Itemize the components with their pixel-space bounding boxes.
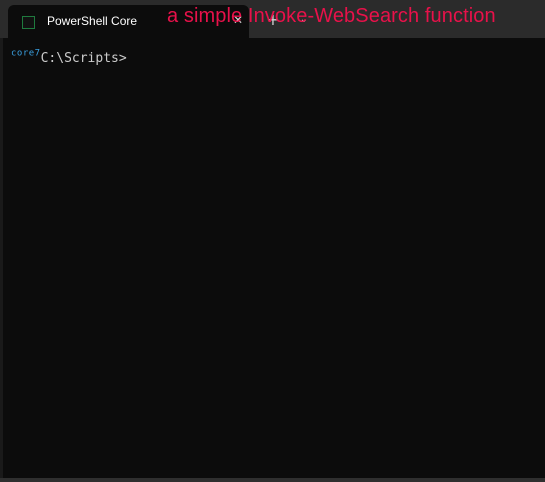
terminal-pane[interactable]: core7C:\Scripts>	[0, 38, 545, 482]
overlay-caption: a simple Invoke-WebSearch function	[167, 5, 496, 27]
prompt-line: core7C:\Scripts>	[11, 47, 127, 66]
powershell-icon	[22, 16, 35, 29]
window-bottom-edge	[0, 478, 545, 482]
tab-bar: PowerShell Core ✕ + ⌄ a simple Invoke-We…	[0, 0, 545, 38]
tab-title: PowerShell Core	[47, 14, 138, 28]
prompt-environment: core7	[11, 48, 41, 59]
prompt-path: C:\Scripts>	[40, 51, 127, 66]
terminal-window: PowerShell Core ✕ + ⌄ a simple Invoke-We…	[0, 0, 545, 482]
pane-edge	[0, 38, 3, 482]
